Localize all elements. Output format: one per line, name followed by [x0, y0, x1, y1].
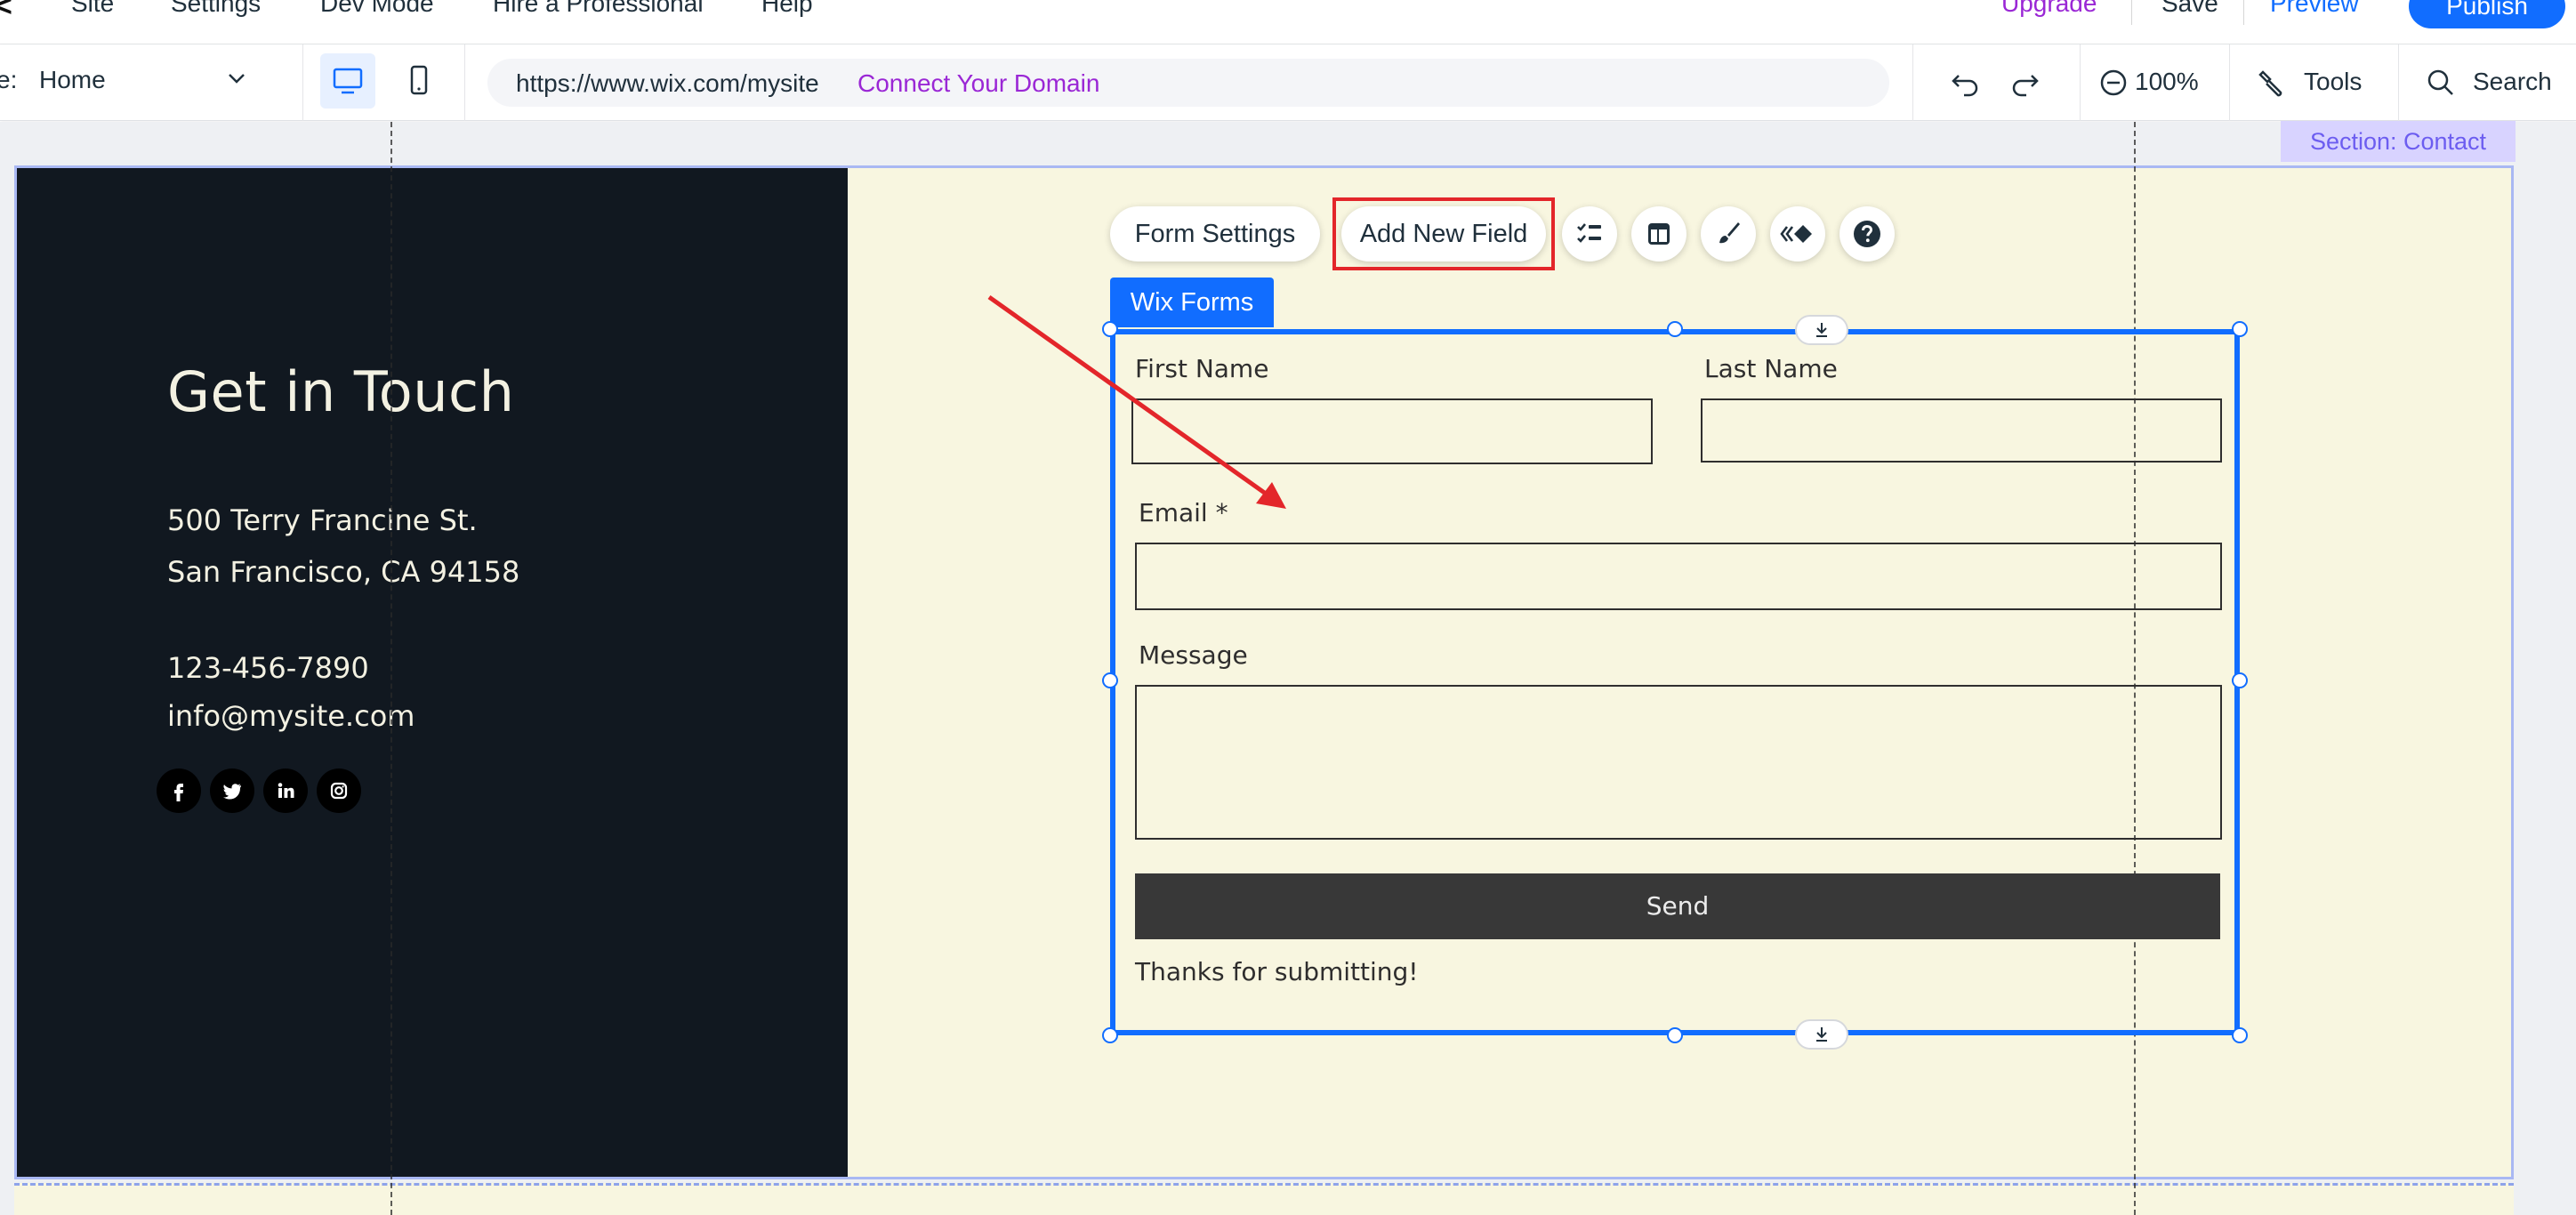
upgrade-link[interactable]: Upgrade	[2001, 0, 2097, 18]
last-name-label: Last Name	[1704, 354, 1838, 383]
download-arrow-icon	[1816, 1027, 1827, 1042]
resize-handle-top-right[interactable]	[2232, 321, 2248, 337]
site-url-bar[interactable]: https://www.wix.com/mysite Connect Your …	[487, 59, 1889, 107]
resize-handle-middle-right[interactable]	[2232, 672, 2248, 688]
design-brush-icon	[1719, 222, 1740, 244]
message-field[interactable]	[1135, 685, 2222, 840]
toolbar-divider	[1912, 44, 1913, 121]
toolbar-divider	[464, 44, 465, 121]
menu-item-help[interactable]: Help	[761, 0, 813, 18]
animation-icon	[1780, 225, 1812, 243]
address-line-2[interactable]: San Francisco, CA 94158	[167, 555, 519, 589]
resize-handle-top-center[interactable]	[1667, 321, 1683, 337]
site-url: https://www.wix.com/mysite	[516, 69, 819, 97]
undo-icon[interactable]	[1946, 63, 1985, 102]
chevron-down-icon[interactable]	[222, 64, 251, 93]
zoom-out-icon[interactable]	[2094, 63, 2133, 102]
download-arrow-icon	[1816, 323, 1827, 337]
toolbar-divider	[302, 44, 303, 121]
grid-guide-left	[390, 122, 392, 1215]
animation-button[interactable]	[1770, 206, 1825, 262]
resize-handle-bottom-right[interactable]	[2232, 1027, 2248, 1043]
menu-item-dev-mode[interactable]: Dev Mode	[320, 0, 434, 18]
address-line-1[interactable]: 500 Terry Francine St.	[167, 503, 478, 537]
checklist-icon	[1577, 223, 1601, 243]
help-icon	[1854, 221, 1880, 247]
layout-icon	[1648, 223, 1670, 245]
menu-divider	[2131, 0, 2132, 25]
toolbar-divider	[2229, 44, 2230, 121]
message-label: Message	[1139, 640, 1248, 670]
send-button[interactable]: Send	[1135, 873, 2220, 939]
design-button[interactable]	[1701, 206, 1756, 262]
page-selector-label: e:	[0, 66, 18, 93]
contact-info-panel[interactable]	[17, 168, 848, 1177]
linkedin-icon[interactable]	[263, 768, 308, 813]
editor-toolbar: e: Home https://www.wix.com/mysite Conne…	[0, 44, 2576, 121]
wix-logo[interactable]: <	[0, 0, 12, 24]
stretch-handle-bottom[interactable]	[1795, 1019, 1848, 1050]
section-label[interactable]: Section: Contact	[2281, 121, 2516, 162]
email-address[interactable]: info@mysite.com	[167, 699, 415, 733]
preview-button[interactable]: Preview	[2270, 0, 2359, 18]
tools-icon[interactable]	[2252, 63, 2291, 102]
last-name-field[interactable]	[1701, 398, 2222, 463]
redo-icon[interactable]	[2005, 63, 2044, 102]
resize-handle-middle-left[interactable]	[1102, 672, 1118, 688]
email-field[interactable]	[1135, 543, 2222, 610]
menu-divider	[2243, 0, 2244, 25]
annotation-highlight-box	[1332, 197, 1555, 270]
success-message: Thanks for submitting!	[1135, 957, 1419, 986]
tools-button[interactable]: Tools	[2304, 68, 2362, 96]
twitter-icon[interactable]	[210, 768, 254, 813]
instagram-icon[interactable]	[317, 768, 361, 813]
form-settings-button[interactable]: Form Settings	[1110, 206, 1320, 262]
toolbar-divider	[2398, 44, 2399, 121]
connect-domain-link[interactable]: Connect Your Domain	[857, 69, 1099, 98]
resize-handle-bottom-left[interactable]	[1102, 1027, 1118, 1043]
mobile-icon	[410, 65, 428, 95]
help-button[interactable]	[1839, 206, 1895, 262]
manage-fields-button[interactable]	[1562, 206, 1617, 262]
phone-number[interactable]: 123-456-7890	[167, 651, 369, 685]
next-section-strip	[14, 1183, 2514, 1215]
resize-handle-bottom-center[interactable]	[1667, 1027, 1683, 1043]
stretch-handle-top[interactable]	[1795, 315, 1848, 345]
toolbar-divider	[2080, 44, 2081, 121]
facebook-icon[interactable]	[157, 768, 201, 813]
annotation-arrow	[987, 294, 1286, 509]
search-icon[interactable]	[2421, 63, 2460, 102]
menu-item-hire-professional[interactable]: Hire a Professional	[493, 0, 704, 18]
top-menu-bar: < Site Settings Dev Mode Hire a Professi…	[0, 0, 2576, 44]
desktop-view-button[interactable]	[320, 53, 375, 109]
page-selector-value[interactable]: Home	[39, 66, 106, 94]
zoom-level[interactable]: 100%	[2135, 68, 2199, 96]
mobile-view-button[interactable]	[391, 53, 447, 109]
search-button[interactable]: Search	[2473, 68, 2552, 96]
publish-button[interactable]: Publish	[2409, 0, 2565, 28]
menu-item-settings[interactable]: Settings	[171, 0, 261, 18]
desktop-icon	[333, 68, 363, 94]
save-button[interactable]: Save	[2161, 0, 2218, 18]
layout-button[interactable]	[1631, 206, 1686, 262]
contact-title[interactable]: Get in Touch	[167, 359, 514, 424]
menu-item-site[interactable]: Site	[71, 0, 114, 18]
